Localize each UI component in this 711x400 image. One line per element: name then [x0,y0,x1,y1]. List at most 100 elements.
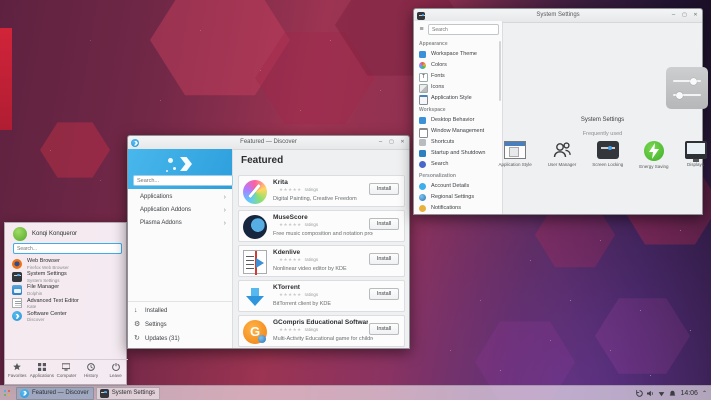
frequent-module-energy-saving[interactable]: Energy Saving [639,141,669,169]
hamburger-menu-icon[interactable] [417,26,426,33]
module-label: User Manager [547,162,577,167]
settings-item-account-details[interactable]: Account Details [414,181,502,192]
tab-label: History [84,372,99,378]
settings-sidebar: Appearance Workspace Theme Colors TFonts… [414,21,503,214]
musescore-icon [243,215,267,239]
module-label: Screen Locking [592,162,624,167]
settings-item-fonts[interactable]: T Fonts [414,71,502,82]
tab-applications[interactable]: Applications [30,360,55,384]
volume-tray-icon[interactable] [647,390,654,397]
settings-item-desktop-behavior[interactable]: Desktop Behavior [414,115,502,126]
favorite-item-web-browser[interactable]: Web Browser Firefox Web Browser [5,257,128,270]
frequent-module-screen-locking[interactable]: Screen Locking [592,141,623,169]
settings-item-window-management[interactable]: Window Management [414,126,502,138]
tab-computer[interactable]: Computer [54,360,79,384]
settings-home-view: System Settings Frequently used Applicat… [498,21,708,214]
application-launcher-button[interactable] [1,387,14,400]
launcher-search-input[interactable] [13,243,122,254]
app-card-krita[interactable]: Krita ratings Digital Painting, Creative… [238,175,405,207]
update-tray-icon[interactable] [636,389,644,397]
settings-item-icons[interactable]: Icons [414,82,502,93]
star-rating-icon [279,257,305,262]
favorite-item-file-manager[interactable]: File Manager Dolphin [5,283,128,296]
app-rating: ratings [279,292,318,298]
app-rating: ratings [279,257,318,263]
nav-installed[interactable]: Installed [128,304,232,318]
settings-item-application-style[interactable]: Application Style [414,93,502,105]
expand-tray-icon[interactable] [702,390,707,397]
favorite-item-system-settings[interactable]: System Settings System Settings [5,270,128,283]
close-icon[interactable] [692,12,699,19]
clock-icon [87,363,95,371]
settings-item-startup-shutdown[interactable]: Startup and Shutdown [414,148,502,159]
settings-item-colors[interactable]: Colors [414,60,502,71]
frequent-module-displays[interactable]: Displays [684,141,707,169]
tab-leave[interactable]: Leave [103,360,128,384]
maximize-icon[interactable] [681,12,688,19]
settings-search-input[interactable] [428,24,499,35]
settings-item-search[interactable]: Search [414,159,502,170]
app-rating: ratings [279,222,318,228]
install-button[interactable]: Install [369,323,399,335]
app-card-gcompris[interactable]: GCompris Educational Software ratings Mu… [238,315,405,347]
app-card-ktorrent[interactable]: KTorrent ratings BitTorrent client by KD… [238,280,405,312]
app-name: MuseScore [273,214,308,221]
page-title: Featured [241,155,284,166]
minimize-icon[interactable] [377,139,384,146]
task-discover[interactable]: Featured — Discover [16,386,94,400]
task-label: Featured — Discover [32,390,89,396]
discover-titlebar[interactable]: Featured — Discover [128,136,409,150]
section-header: Appearance [419,41,448,47]
nav-plasma-addons[interactable]: Plasma Addons [128,217,232,230]
favorite-item-software-center[interactable]: Software Center Discover [5,310,128,323]
nav-applications[interactable]: Applications [128,191,232,204]
taskbar-panel: Featured — Discover System Settings 14:0… [0,385,711,400]
app-card-musescore[interactable]: MuseScore ratings Free music composition… [238,210,405,242]
krita-icon [243,180,267,204]
frequent-module-application-style[interactable]: Application Style [498,141,532,169]
install-button[interactable]: Install [369,288,399,300]
settings-item-notifications[interactable]: Notifications [414,203,502,214]
nav-label: Application Addons [140,207,192,213]
chevron-right-icon [224,204,226,217]
install-button[interactable]: Install [369,253,399,265]
minimize-icon[interactable] [670,12,677,19]
clock[interactable]: 14:06 [680,390,698,397]
nav-settings[interactable]: Settings [128,318,232,332]
settings-item-regional-settings[interactable]: Regional Settings [414,192,502,203]
account-details-icon [419,183,426,190]
network-tray-icon[interactable] [658,390,665,397]
nav-label: Plasma Addons [140,220,182,226]
app-name: Kdenlive [273,249,301,256]
favorites-list: Web Browser Firefox Web Browser System S… [5,257,128,323]
system-settings-icon [99,388,109,398]
settings-item-shortcuts[interactable]: Shortcuts [414,137,502,148]
task-system-settings[interactable]: System Settings [95,386,161,400]
notifications-tray-icon[interactable] [669,390,676,397]
fonts-icon: T [419,73,428,82]
star-icon [13,363,22,371]
discover-search-input[interactable] [133,175,233,186]
close-icon[interactable] [399,139,406,146]
install-button[interactable]: Install [369,183,399,195]
favorite-item-text-editor[interactable]: Advanced Text Editor Kate [5,297,128,310]
frequent-module-user-manager[interactable]: User Manager [547,141,577,169]
app-card-kdenlive[interactable]: Kdenlive ratings Nonlinear video editor … [238,245,405,277]
wallpaper-stars [0,0,1,1]
star-rating-icon [279,327,305,332]
settings-item-workspace-theme[interactable]: Workspace Theme [414,49,502,60]
user-avatar[interactable] [13,227,27,241]
tab-history[interactable]: History [79,360,104,384]
kdenlive-icon [243,250,267,275]
nav-application-addons[interactable]: Application Addons [128,204,232,217]
scrollbar[interactable] [499,41,501,101]
firefox-icon [12,258,22,269]
install-button[interactable]: Install [369,218,399,230]
tab-favorites[interactable]: Favorites [5,360,30,384]
nav-updates[interactable]: Updates (31) [128,332,232,346]
nav-label: Updates (31) [145,336,180,342]
maximize-icon[interactable] [388,139,395,146]
nav-label: Settings [145,322,167,328]
app-name: GCompris Educational Software [273,319,368,326]
tab-label: Favorites [8,372,27,378]
